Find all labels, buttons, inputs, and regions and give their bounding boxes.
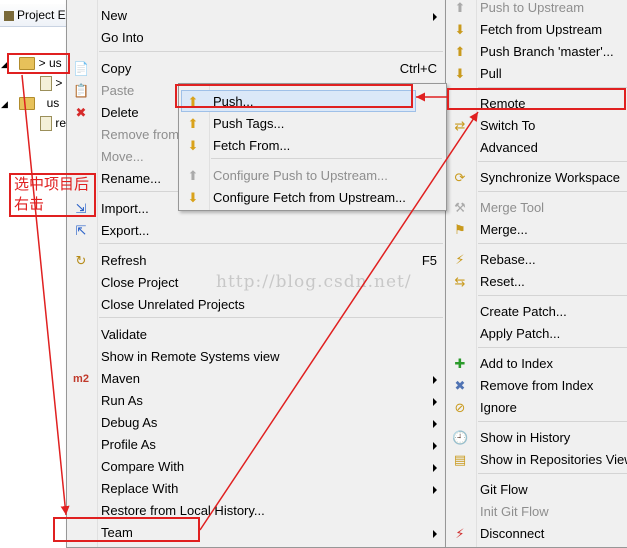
arrow-team-to-remote: [199, 111, 479, 531]
arrow-project-to-team: [21, 74, 70, 516]
annotation-arrows: [21, 74, 479, 531]
